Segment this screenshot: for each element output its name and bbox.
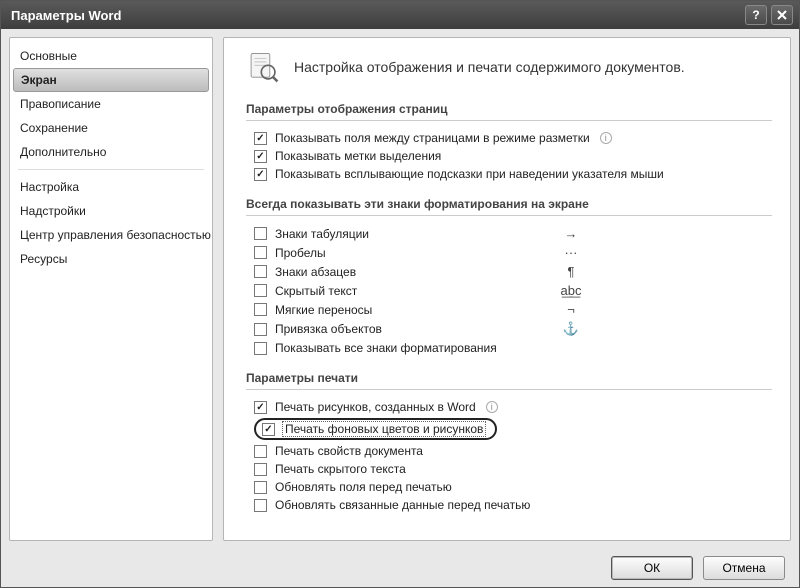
sidebar-item-trust-center[interactable]: Центр управления безопасностью [10, 223, 212, 247]
sidebar-item-save[interactable]: Сохранение [10, 116, 212, 140]
highlighted-option: Печать фоновых цветов и рисунков [254, 418, 497, 440]
checkbox-show-whitespace[interactable] [254, 132, 267, 145]
checkbox-print-hidden[interactable] [254, 463, 267, 476]
ok-button[interactable]: ОК [611, 556, 693, 580]
checkbox-row: Показывать все знаки форматирования [246, 339, 586, 357]
checkbox-row: Обновлять связанные данные перед печатью [246, 496, 772, 514]
checkbox-print-drawings[interactable] [254, 401, 267, 414]
checkbox-hidden-text[interactable] [254, 284, 267, 297]
checkbox-label[interactable]: Пробелы [275, 246, 326, 260]
checkbox-highlighter-marks[interactable] [254, 150, 267, 163]
checkbox-optional-hyphens[interactable] [254, 303, 267, 316]
section-page-display: Параметры отображения страниц [246, 98, 772, 121]
sidebar-item-label: Дополнительно [20, 145, 106, 159]
checkbox-row: Показывать всплывающие подсказки при нав… [246, 165, 772, 183]
sidebar-item-label: Правописание [20, 97, 101, 111]
help-button[interactable]: ? [745, 5, 767, 25]
checkbox-label[interactable]: Знаки абзацев [275, 265, 356, 279]
checkbox-label[interactable]: Обновлять связанные данные перед печатью [275, 498, 530, 512]
checkbox-label[interactable]: Показывать все знаки форматирования [275, 341, 497, 355]
checkbox-row: Пробелы ··· [246, 243, 586, 262]
dialog-button-bar: ОК Отмена [1, 549, 799, 587]
titlebar: Параметры Word ? [1, 1, 799, 29]
checkbox-row: Знаки табуляции → [246, 224, 586, 243]
format-symbol: ¶ [556, 264, 586, 279]
format-symbol: → [556, 226, 586, 241]
checkbox-tooltips[interactable] [254, 168, 267, 181]
sidebar-item-addins[interactable]: Надстройки [10, 199, 212, 223]
content-panel: Настройка отображения и печати содержимо… [223, 37, 791, 541]
checkbox-label[interactable]: Привязка объектов [275, 322, 382, 336]
titlebar-buttons: ? [745, 5, 793, 25]
checkbox-label[interactable]: Показывать всплывающие подсказки при нав… [275, 167, 664, 181]
sidebar-item-label: Надстройки [20, 204, 86, 218]
checkbox-label[interactable]: Обновлять поля перед печатью [275, 480, 452, 494]
checkbox-print-background[interactable] [262, 423, 275, 436]
sidebar-item-proofing[interactable]: Правописание [10, 92, 212, 116]
checkbox-label[interactable]: Печать скрытого текста [275, 462, 406, 476]
checkbox-label[interactable]: Мягкие переносы [275, 303, 372, 317]
sidebar-item-label: Сохранение [20, 121, 88, 135]
sidebar-item-label: Центр управления безопасностью [20, 228, 211, 242]
format-symbol: ··· [556, 245, 586, 260]
close-button[interactable] [771, 5, 793, 25]
checkbox-label[interactable]: Печать свойств документа [275, 444, 423, 458]
checkbox-row: Привязка объектов ⚓ [246, 319, 586, 339]
category-sidebar: Основные Экран Правописание Сохранение Д… [9, 37, 213, 541]
window-title: Параметры Word [11, 8, 121, 23]
dialog-window: Параметры Word ? Основные Экран Правопис… [0, 0, 800, 588]
checkbox-print-properties[interactable] [254, 445, 267, 458]
checkbox-row: Показывать поля между страницами в режим… [246, 129, 772, 147]
page-heading-row: Настройка отображения и печати содержимо… [246, 50, 772, 84]
checkbox-label[interactable]: Знаки табуляции [275, 227, 369, 241]
format-symbol: ⚓ [556, 321, 586, 337]
checkbox-row: Знаки абзацев ¶ [246, 262, 586, 281]
sidebar-divider [18, 169, 204, 170]
checkbox-row: Печать скрытого текста [246, 460, 772, 478]
checkbox-update-fields[interactable] [254, 481, 267, 494]
sidebar-item-resources[interactable]: Ресурсы [10, 247, 212, 271]
checkbox-paragraph-marks[interactable] [254, 265, 267, 278]
checkbox-label[interactable]: Печать рисунков, созданных в Word [275, 400, 476, 414]
checkbox-label[interactable]: Показывать метки выделения [275, 149, 441, 163]
sidebar-item-label: Настройка [20, 180, 79, 194]
checkbox-row: Обновлять поля перед печатью [246, 478, 772, 496]
checkbox-label[interactable]: Печать фоновых цветов и рисунков [283, 422, 485, 436]
section-formatting-marks: Всегда показывать эти знаки форматирован… [246, 193, 772, 216]
sidebar-item-label: Ресурсы [20, 252, 67, 266]
checkbox-row: Печать рисунков, созданных в Word i [246, 398, 772, 416]
checkbox-tab-chars[interactable] [254, 227, 267, 240]
sidebar-item-general[interactable]: Основные [10, 44, 212, 68]
checkbox-spaces[interactable] [254, 246, 267, 259]
checkbox-row: Скрытый текст a͟b͟c [246, 281, 586, 300]
format-symbol: ¬ [556, 302, 586, 317]
sidebar-item-label: Основные [20, 49, 77, 63]
checkbox-row: Печать свойств документа [246, 442, 772, 460]
checkbox-row: Печать фоновых цветов и рисунков [246, 416, 772, 442]
checkbox-row: Показывать метки выделения [246, 147, 772, 165]
checkbox-row: Мягкие переносы ¬ [246, 300, 586, 319]
close-icon [777, 10, 787, 20]
sidebar-item-advanced[interactable]: Дополнительно [10, 140, 212, 164]
info-icon[interactable]: i [600, 132, 612, 144]
checkbox-show-all[interactable] [254, 342, 267, 355]
checkbox-label[interactable]: Скрытый текст [275, 284, 357, 298]
sidebar-item-display[interactable]: Экран [13, 68, 209, 92]
info-icon[interactable]: i [486, 401, 498, 413]
cancel-button[interactable]: Отмена [703, 556, 785, 580]
checkbox-label[interactable]: Показывать поля между страницами в режим… [275, 131, 590, 145]
display-options-icon [246, 50, 280, 84]
sidebar-item-customize[interactable]: Настройка [10, 175, 212, 199]
section-printing: Параметры печати [246, 367, 772, 390]
sidebar-item-label: Экран [21, 73, 57, 87]
dialog-body: Основные Экран Правописание Сохранение Д… [1, 29, 799, 549]
format-symbol: a͟b͟c [556, 283, 586, 298]
page-heading: Настройка отображения и печати содержимо… [294, 59, 685, 75]
checkbox-update-linked[interactable] [254, 499, 267, 512]
checkbox-object-anchors[interactable] [254, 323, 267, 336]
